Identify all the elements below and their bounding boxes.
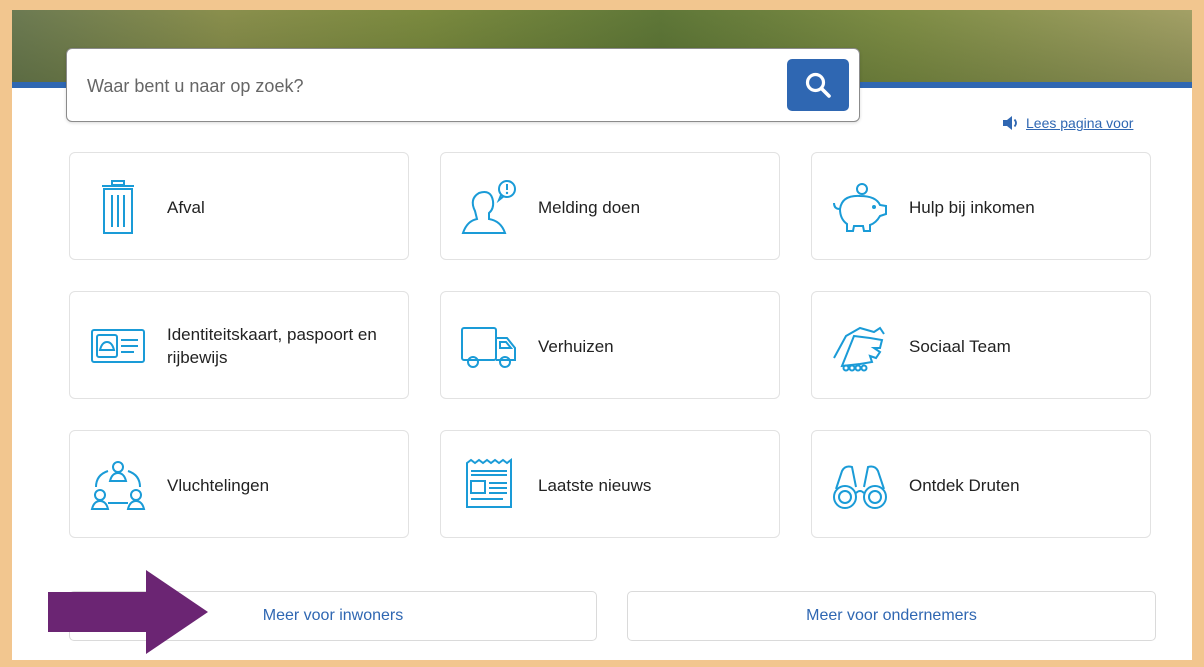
tile-verhuizen[interactable]: Verhuizen: [440, 291, 780, 399]
tile-label: Afval: [167, 197, 205, 217]
tile-hulp-bij-inkomen[interactable]: Hulp bij inkomen: [811, 152, 1151, 260]
speaker-icon: [1003, 116, 1017, 130]
tile-identiteitskaart[interactable]: Identiteitskaart, paspoort en rijbewijs: [69, 291, 409, 399]
tile-label: Verhuizen: [538, 336, 614, 356]
trash-bin-icon: [102, 180, 134, 234]
piggy-bank-icon: [833, 183, 887, 232]
tile-label: Melding doen: [538, 197, 641, 217]
tile-ontdek-druten[interactable]: Ontdek Druten: [811, 430, 1151, 538]
tile-label: Laatste nieuws: [538, 475, 652, 495]
read-page-aloud-link[interactable]: Lees pagina voor: [1002, 113, 1133, 133]
more-for-entrepreneurs-label: Meer voor ondernemers: [806, 607, 977, 624]
search-icon: [805, 72, 831, 98]
search-input[interactable]: [85, 65, 769, 107]
tile-label: Identiteitskaart, paspoort en rijbewijs: [167, 325, 377, 367]
search-bar: [66, 48, 860, 122]
tile-laatste-nieuws[interactable]: Laatste nieuws: [440, 430, 780, 538]
tile-vluchtelingen[interactable]: Vluchtelingen: [69, 430, 409, 538]
tile-label: Sociaal Team: [909, 336, 1011, 356]
people-network-icon: [90, 461, 146, 510]
newspaper-icon: [466, 458, 512, 508]
tile-melding-doen[interactable]: Melding doen: [440, 152, 780, 260]
binoculars-icon: [833, 465, 887, 509]
handshake-icon: [833, 326, 885, 372]
arrow-right-icon: [48, 570, 208, 654]
tile-sociaal-team[interactable]: Sociaal Team: [811, 291, 1151, 399]
tile-label: Hulp bij inkomen: [909, 197, 1035, 217]
tile-label: Ontdek Druten: [909, 475, 1020, 495]
moving-truck-icon: [461, 327, 516, 368]
more-for-residents-label: Meer voor inwoners: [262, 607, 404, 624]
search-button[interactable]: [787, 59, 849, 111]
tile-label: Vluchtelingen: [167, 475, 270, 495]
id-card-icon: [91, 329, 145, 363]
tile-afval[interactable]: Afval: [69, 152, 409, 260]
read-page-aloud-label: Lees pagina voor: [1026, 115, 1134, 131]
person-alert-icon: [461, 180, 516, 234]
more-for-entrepreneurs-button[interactable]: Meer voor ondernemers: [627, 591, 1156, 641]
